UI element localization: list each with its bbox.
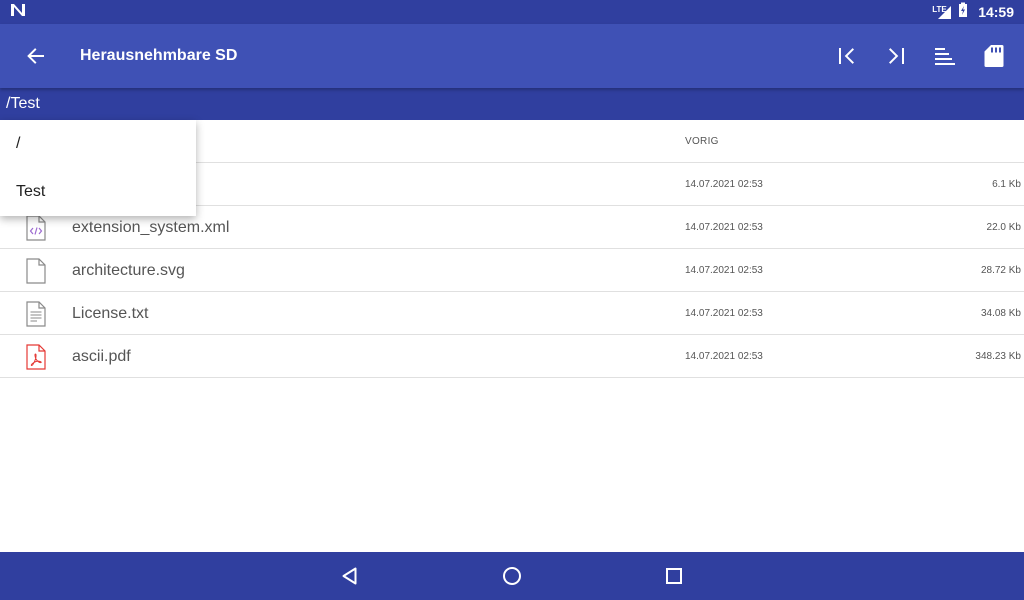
file-size: 22.0 Kb	[986, 222, 1021, 233]
file-date: 14.07.2021 02:53	[685, 265, 763, 276]
file-size: 34.08 Kb	[980, 308, 1021, 319]
first-page-icon	[838, 48, 854, 64]
file-date: 14.07.2021 02:53	[685, 308, 763, 319]
file-size: 6.1 Kb	[992, 179, 1021, 190]
dropdown-item-test[interactable]: Test	[0, 168, 196, 216]
square-recents-icon	[666, 568, 682, 584]
pdf-file-icon	[26, 344, 46, 370]
signal-icon: LTE	[932, 4, 952, 20]
file-date: 14.07.2021 02:53	[685, 351, 763, 362]
file-row[interactable]: ascii.pdf 14.07.2021 02:53 348.23 Kb	[0, 335, 1024, 378]
file-size: 28.72 Kb	[980, 265, 1021, 276]
storage-select-button[interactable]	[969, 24, 1018, 88]
file-date: 14.07.2021 02:53	[685, 222, 763, 233]
toolbar-actions	[822, 24, 1018, 88]
app-bar: Herausnehmbare SD	[0, 24, 1024, 88]
notification-n-icon	[10, 3, 26, 22]
page-title: Herausnehmbare SD	[80, 47, 238, 64]
path-breadcrumb[interactable]: /Test	[0, 88, 1024, 120]
status-bar: LTE 14:59	[0, 0, 1024, 24]
file-row[interactable]: License.txt 14.07.2021 02:53 34.08 Kb	[0, 292, 1024, 335]
circle-home-icon	[503, 567, 521, 585]
file-date: 14.07.2021 02:53	[685, 179, 763, 190]
go-last-button[interactable]	[871, 24, 920, 88]
battery-icon	[958, 2, 968, 23]
nav-back-button[interactable]	[338, 564, 362, 588]
current-path: /Test	[6, 95, 40, 112]
system-navigation-bar	[0, 552, 1024, 600]
arrow-back-icon	[27, 48, 44, 64]
sd-card-icon	[984, 45, 1003, 67]
file-name: architecture.svg	[72, 262, 185, 279]
text-file-icon	[26, 301, 46, 327]
go-first-button[interactable]	[822, 24, 871, 88]
file-size: 348.23 Kb	[975, 351, 1021, 362]
path-dropdown-menu: / Test	[0, 120, 196, 216]
dropdown-item-root[interactable]: /	[0, 120, 196, 168]
sort-button[interactable]	[920, 24, 969, 88]
last-page-icon	[888, 48, 904, 64]
file-row[interactable]: architecture.svg 14.07.2021 02:53 28.72 …	[0, 249, 1024, 292]
code-file-icon	[26, 215, 46, 241]
file-name: extension_system.xml	[72, 219, 230, 236]
date-column-header[interactable]: VORIG	[685, 136, 719, 147]
clock: 14:59	[978, 4, 1014, 20]
triangle-back-icon	[342, 567, 357, 585]
nav-home-button[interactable]	[500, 564, 524, 588]
file-name: ascii.pdf	[72, 348, 131, 365]
file-name: License.txt	[72, 305, 149, 322]
file-icon	[26, 258, 46, 284]
nav-recents-button[interactable]	[662, 564, 686, 588]
status-right: LTE 14:59	[932, 2, 1014, 23]
back-button[interactable]	[0, 24, 72, 88]
sort-icon	[934, 48, 955, 65]
